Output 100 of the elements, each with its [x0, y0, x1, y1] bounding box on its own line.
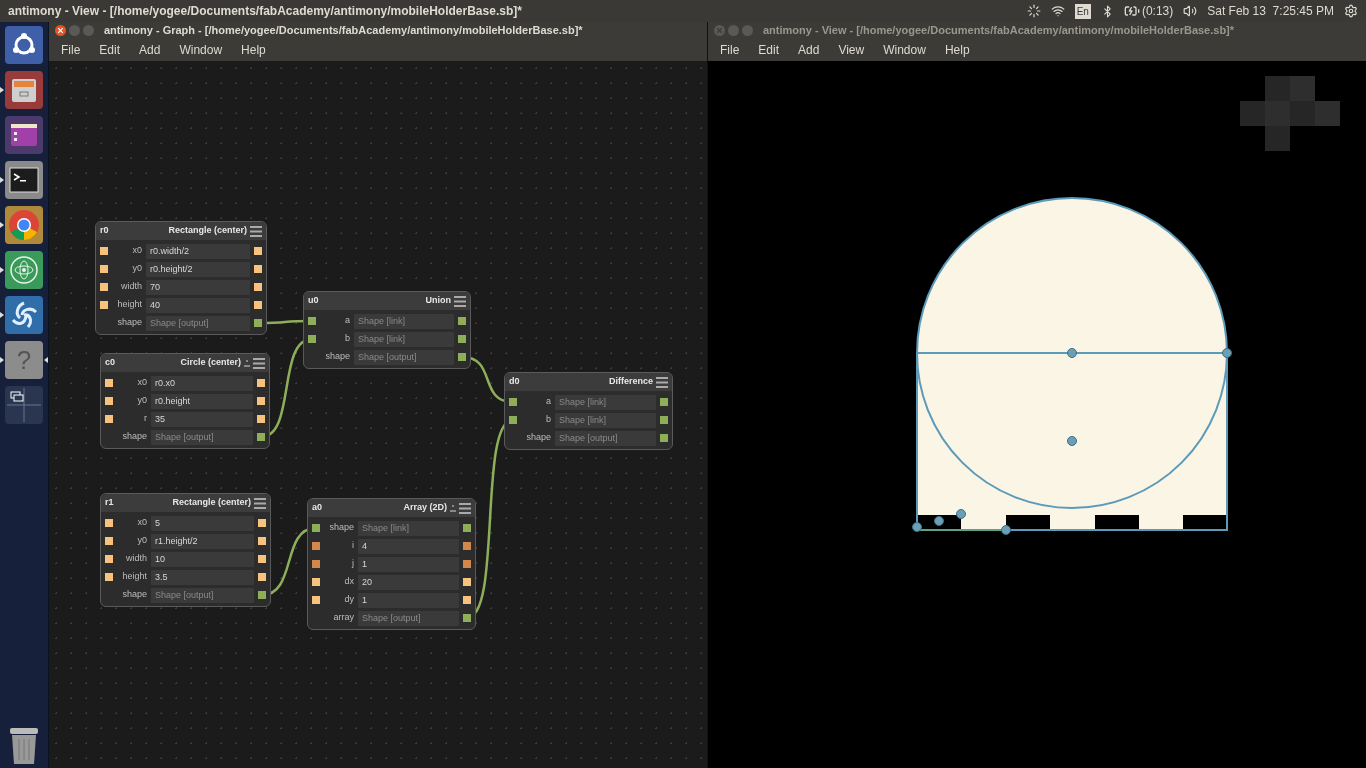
port-square[interactable] [105, 415, 113, 423]
window-icon[interactable] [5, 116, 43, 154]
menu-item[interactable]: Add [798, 41, 820, 59]
workspace-switcher-icon[interactable] [5, 386, 43, 424]
port-square[interactable] [509, 398, 517, 406]
swirl-icon[interactable] [5, 296, 43, 334]
menu-icon[interactable] [250, 225, 262, 237]
port-square[interactable] [660, 416, 668, 424]
port-square[interactable] [257, 397, 265, 405]
port-square[interactable] [463, 542, 471, 550]
port-square[interactable] [257, 379, 265, 387]
ubuntu-logo-icon[interactable] [5, 26, 43, 64]
menu-icon[interactable] [656, 376, 668, 388]
menu-item[interactable]: View [838, 41, 865, 59]
graph-node[interactable]: a0 Array (2D) shape Shape [link] i 4 j 1 dx 20 dy 1 array Shape [output] [307, 498, 476, 630]
menu-item[interactable]: Window [179, 41, 223, 59]
port-square[interactable] [105, 519, 113, 527]
port-square[interactable] [100, 283, 108, 291]
file-cabinet-icon[interactable] [5, 71, 43, 109]
port-square[interactable] [660, 398, 668, 406]
port-square[interactable] [254, 247, 262, 255]
port-square[interactable] [458, 317, 466, 325]
menu-item[interactable]: Add [139, 41, 161, 59]
port-square[interactable] [312, 596, 320, 604]
menu-icon[interactable] [254, 497, 266, 509]
port-square[interactable] [463, 524, 471, 532]
port-square[interactable] [105, 555, 113, 563]
port-square[interactable] [258, 555, 266, 563]
port-square[interactable] [100, 301, 108, 309]
port-square[interactable] [312, 560, 320, 568]
maximize-button[interactable] [83, 25, 94, 36]
port-square[interactable] [308, 317, 316, 325]
port-square[interactable] [458, 335, 466, 343]
menu-icon[interactable] [459, 502, 471, 514]
toggle-icon[interactable] [244, 358, 250, 368]
trash-icon[interactable] [7, 727, 41, 765]
port-square[interactable] [312, 578, 320, 586]
input-field[interactable]: 10 [151, 551, 254, 567]
graph-node[interactable]: d0 Difference a Shape [link] b Shape [link] shape Shape [output] [504, 372, 673, 450]
port-square[interactable] [463, 560, 471, 568]
graph-node[interactable]: u0 Union a Shape [link] b Shape [link] shape Shape [output] [303, 291, 471, 369]
maximize-button[interactable] [742, 25, 753, 36]
port-square[interactable] [254, 265, 262, 273]
browser-icon[interactable] [5, 206, 43, 244]
menu-icon[interactable] [253, 357, 265, 369]
menu-item[interactable]: Help [944, 41, 970, 59]
minimize-button[interactable] [728, 25, 739, 36]
settings-icon[interactable] [1344, 4, 1358, 18]
atom-icon[interactable] [5, 251, 43, 289]
input-field[interactable]: r0.width/2 [146, 243, 250, 259]
input-field[interactable]: 1 [358, 592, 459, 608]
input-field[interactable]: r0.x0 [151, 375, 253, 391]
port-square[interactable] [463, 596, 471, 604]
port-square[interactable] [257, 415, 265, 423]
port-square[interactable] [660, 434, 668, 442]
port-square[interactable] [258, 537, 266, 545]
input-field[interactable]: 4 [358, 538, 459, 554]
terminal-icon[interactable] [5, 161, 43, 199]
port-square[interactable] [105, 573, 113, 581]
menu-item[interactable]: Edit [758, 41, 780, 59]
view-cube-icon[interactable] [1240, 76, 1340, 151]
input-field[interactable]: 3.5 [151, 569, 254, 585]
toggle-icon[interactable] [450, 503, 456, 513]
menu-icon[interactable] [454, 295, 466, 307]
keyboard-layout-indicator[interactable]: En [1074, 3, 1091, 19]
close-button[interactable] [55, 25, 66, 36]
battery-icon[interactable] [1123, 3, 1140, 19]
graph-node[interactable]: r1 Rectangle (center) x0 5 y0 r1.height/2 width 10 height 3.5 shape Shape [output] [100, 493, 271, 607]
port-square[interactable] [254, 283, 262, 291]
clock[interactable]: Sat Feb 13 7:25:45 PM [1207, 2, 1334, 20]
port-square[interactable] [312, 524, 320, 532]
port-square[interactable] [458, 353, 466, 361]
input-field[interactable]: r0.height [151, 393, 253, 409]
port-square[interactable] [254, 319, 262, 327]
input-field[interactable]: 5 [151, 515, 254, 531]
port-square[interactable] [254, 301, 262, 309]
graph-node[interactable]: r0 Rectangle (center) x0 r0.width/2 y0 r0.height/2 width 70 height 40 shape Shape [output] [95, 221, 267, 335]
menu-item[interactable]: Window [883, 41, 926, 59]
input-field[interactable]: 1 [358, 556, 459, 572]
port-square[interactable] [312, 542, 320, 550]
volume-icon[interactable] [1183, 4, 1198, 18]
menu-item[interactable]: File [720, 41, 740, 59]
port-square[interactable] [258, 573, 266, 581]
port-square[interactable] [308, 335, 316, 343]
port-square[interactable] [258, 519, 266, 527]
graph-node[interactable]: c0 Circle (center) x0 r0.x0 y0 r0.height r 35 shape Shape [output] [100, 353, 270, 449]
port-square[interactable] [105, 379, 113, 387]
port-square[interactable] [463, 614, 471, 622]
port-square[interactable] [463, 578, 471, 586]
port-square[interactable] [100, 247, 108, 255]
port-square[interactable] [258, 591, 266, 599]
menu-item[interactable]: Edit [99, 41, 121, 59]
input-field[interactable]: 70 [146, 279, 250, 295]
sync-icon[interactable] [1026, 4, 1041, 18]
port-square[interactable] [105, 537, 113, 545]
input-field[interactable]: 40 [146, 297, 250, 313]
menu-item[interactable]: File [61, 41, 81, 59]
input-field[interactable]: r0.height/2 [146, 261, 250, 277]
input-field[interactable]: 35 [151, 411, 253, 427]
battery-time[interactable]: (0:13) [1141, 2, 1174, 20]
